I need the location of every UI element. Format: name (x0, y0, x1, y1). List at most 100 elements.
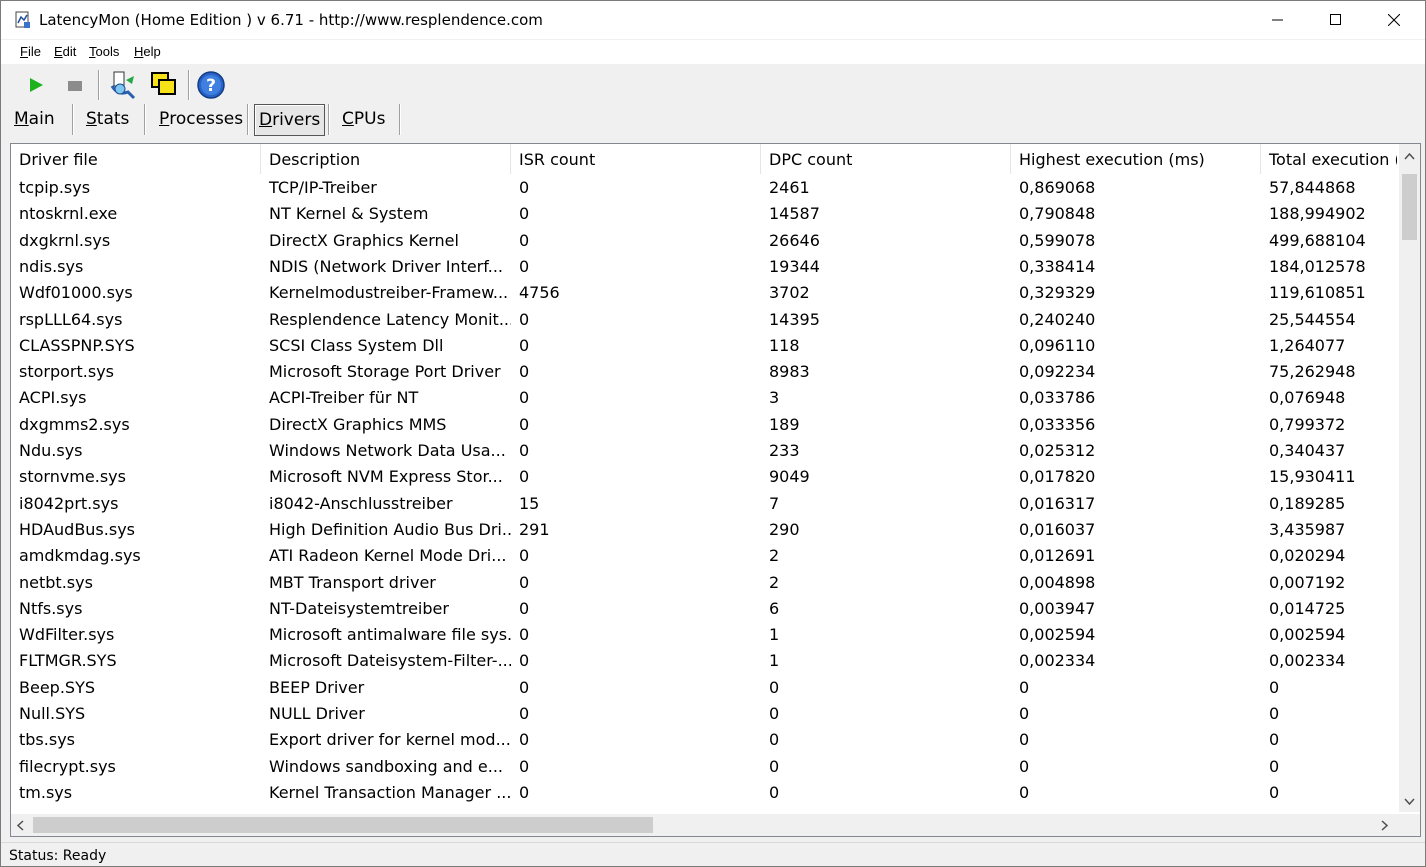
windows-button[interactable] (147, 68, 181, 102)
close-button[interactable] (1365, 1, 1423, 39)
table-cell: 0 (519, 335, 530, 355)
table-cell: 0 (1269, 704, 1280, 723)
table-row[interactable]: dxgkrnl.sys DirectX Graphics Kernel 0 26646… (11, 228, 1397, 254)
help-icon: ? (197, 71, 225, 99)
table-cell: 0,096110 (1019, 335, 1096, 355)
minimize-button[interactable] (1249, 1, 1307, 39)
table-row[interactable]: netbt.sys MBT Transport driver 0 2 0,004898 0… (11, 570, 1397, 596)
driver-wizard-button[interactable] (106, 68, 140, 102)
column-header[interactable]: Driver file (11, 144, 261, 174)
help-button[interactable]: ? (194, 68, 228, 102)
horizontal-scrollbar[interactable] (11, 814, 1399, 836)
table-cell: 1,264077 (1269, 335, 1346, 355)
scroll-up-icon[interactable] (1404, 153, 1415, 160)
menu-help[interactable]: Help (134, 44, 161, 59)
table-row[interactable]: ntoskrnl.exe NT Kernel & System 0 14587 0,79… (11, 201, 1397, 227)
app-icon (15, 11, 30, 28)
start-button[interactable] (19, 68, 53, 102)
maximize-button[interactable] (1307, 1, 1365, 39)
table-cell: 290 (769, 519, 800, 539)
drivers-list[interactable]: Driver file Description ISR count DPC co… (10, 143, 1421, 837)
table-row[interactable]: FLTMGR.SYS Microsoft Dateisystem-Filter-.… (11, 648, 1397, 674)
menu-tools[interactable]: Tools (89, 44, 119, 59)
vertical-scroll-thumb[interactable] (1402, 174, 1417, 240)
table-cell: NT-Dateisystemtreiber (269, 598, 449, 618)
table-cell: filecrypt.sys (19, 756, 116, 776)
table-cell: 0,338414 (1019, 256, 1096, 276)
table-row[interactable]: amdkmdag.sys ATI Radeon Kernel Mode Dri..… (11, 543, 1397, 569)
tab-stats[interactable]: Stats (86, 104, 129, 134)
window-title: LatencyMon (Home Edition ) v 6.71 - http… (39, 11, 543, 29)
tab-bar: Main Stats Processes Drivers C PUs (1, 101, 1425, 137)
table-cell: 0 (1019, 704, 1030, 723)
column-header[interactable]: Description (261, 144, 511, 174)
table-cell: Microsoft Storage Port Driver (269, 362, 501, 382)
menu-file[interactable]: File (20, 44, 41, 59)
scroll-left-icon[interactable] (17, 820, 24, 831)
table-cell: 75,262948 (1269, 362, 1356, 382)
table-cell: 7 (769, 493, 780, 513)
tab-cpus[interactable]: C PUs (342, 104, 385, 134)
table-row[interactable]: tm.sys Kernel Transaction Manager ... 0 0 0 0 (11, 780, 1397, 806)
stop-button[interactable] (58, 68, 92, 102)
scroll-right-icon[interactable] (1381, 820, 1388, 831)
table-cell: rspLLL64.sys (19, 309, 123, 329)
table-cell: 4756 (519, 283, 560, 303)
table-cell: 9049 (769, 467, 810, 487)
tab-main-label: ain (28, 109, 55, 129)
table-row[interactable]: ndis.sys NDIS (Network Driver Interf... 0 1… (11, 254, 1397, 280)
table-cell: 0,016317 (1019, 493, 1096, 513)
tab-drivers[interactable]: Drivers (254, 104, 326, 136)
table-row[interactable]: ACPI.sys ACPI-Treiber für NT 0 3 0,033786 0,0… (11, 385, 1397, 411)
table-row[interactable]: dxgmms2.sys DirectX Graphics MMS 0 189 0,033… (11, 412, 1397, 438)
table-row[interactable]: Ndu.sys Windows Network Data Usa... 0 233 0,… (11, 438, 1397, 464)
title-bar[interactable]: LatencyMon (Home Edition ) v 6.71 - http… (1, 1, 1425, 39)
table-cell: 0 (519, 441, 530, 460)
horizontal-scroll-thumb[interactable] (33, 817, 653, 833)
table-cell: 184,012578 (1269, 256, 1366, 276)
table-row[interactable]: tcpip.sys TCP/IP-Treiber 0 2461 0,869068 57,8… (11, 175, 1397, 201)
column-header[interactable]: ISR count (511, 144, 761, 174)
table-cell: 26646 (769, 230, 820, 250)
table-row[interactable]: CLASSPNP.SYS SCSI Class System Dll 0 118 0,0… (11, 333, 1397, 359)
tab-main[interactable]: Main (14, 104, 55, 134)
column-header[interactable]: DPC count (761, 144, 1011, 174)
close-icon (1388, 14, 1400, 26)
table-row[interactable]: storport.sys Microsoft Storage Port Drive… (11, 359, 1397, 385)
table-cell: NT Kernel & System (269, 204, 429, 224)
table-cell: 0 (1269, 677, 1280, 697)
column-header[interactable]: Highest execution (ms) (1011, 144, 1261, 174)
menu-file-key: F (20, 44, 28, 59)
play-icon (30, 78, 43, 92)
table-cell: 0,869068 (1019, 178, 1096, 197)
table-row[interactable]: tbs.sys Export driver for kernel mod... 0 0… (11, 727, 1397, 753)
scroll-down-icon[interactable] (1404, 798, 1415, 805)
table-row[interactable]: Ntfs.sys NT-Dateisystemtreiber 0 6 0,003947 0… (11, 596, 1397, 622)
table-row[interactable]: Wdf01000.sys Kernelmodustreiber-Framew...… (11, 280, 1397, 306)
table-cell: BEEP Driver (269, 677, 365, 697)
table-row[interactable]: i8042prt.sys i8042-Anschlusstreiber 15 7 0,0… (11, 491, 1397, 517)
table-cell: 0,017820 (1019, 467, 1096, 487)
table-row[interactable]: WdFilter.sys Microsoft antimalware file s… (11, 622, 1397, 648)
status-text: Status: Ready (9, 848, 107, 864)
table-cell: TCP/IP-Treiber (269, 178, 377, 197)
table-row[interactable]: rspLLL64.sys Resplendence Latency Monit..… (11, 307, 1397, 333)
table-row[interactable]: stornvme.sys Microsoft NVM Express Stor..… (11, 464, 1397, 490)
table-cell: 0 (519, 756, 530, 776)
table-row[interactable]: filecrypt.sys Windows sandboxing and e...… (11, 754, 1397, 780)
table-cell: 0,329329 (1019, 283, 1096, 303)
menu-edit[interactable]: Edit (54, 44, 76, 59)
menu-tools-label: ools (95, 44, 120, 59)
table-row[interactable]: Beep.SYS BEEP Driver 0 0 0 0 (11, 675, 1397, 701)
column-header[interactable]: Total execution (ms) (1261, 144, 1397, 174)
table-cell: 19344 (769, 256, 820, 276)
table-cell: 0 (769, 756, 780, 776)
tab-processes[interactable]: Processes (159, 104, 243, 134)
table-cell: Null.SYS (19, 704, 86, 723)
menu-file-label: ile (27, 44, 41, 59)
table-row[interactable]: Null.SYS NULL Driver 0 0 0 0 (11, 701, 1397, 727)
table-cell: 0 (519, 178, 530, 197)
table-row[interactable]: HDAudBus.sys High Definition Audio Bus Dr… (11, 517, 1397, 543)
table-cell: Microsoft NVM Express Stor... (269, 467, 503, 487)
vertical-scrollbar[interactable] (1399, 144, 1420, 812)
